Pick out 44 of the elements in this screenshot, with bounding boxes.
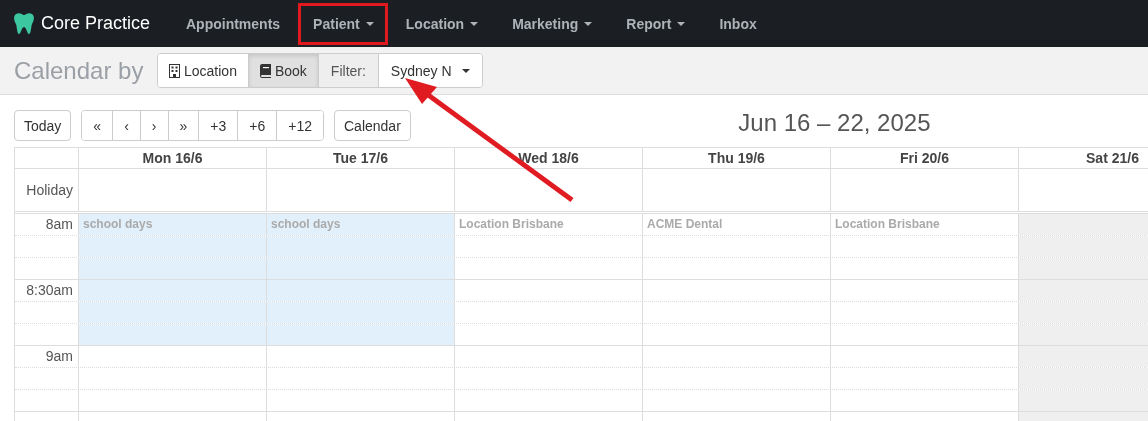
event-label: ACME Dental: [646, 217, 723, 231]
building-icon: [169, 63, 180, 78]
time-slot[interactable]: [79, 324, 267, 345]
time-slot[interactable]: [79, 236, 267, 257]
holiday-label: Holiday: [26, 182, 73, 198]
time-slot[interactable]: [267, 302, 455, 323]
filter-label: Filter:: [318, 54, 379, 87]
tooth-logo-icon: [13, 11, 35, 36]
nav-menu-item[interactable]: Marketing: [496, 2, 609, 45]
time-slot[interactable]: [267, 236, 455, 257]
time-label: 9am: [45, 348, 73, 364]
nav-menu-item[interactable]: Inbox: [703, 2, 773, 45]
filter-dropdown[interactable]: Sydney N: [378, 54, 482, 87]
nav-menu-item[interactable]: Patient: [298, 2, 388, 45]
nav-menu-item[interactable]: Location: [389, 2, 495, 45]
day-header: Wed 18/6: [455, 148, 643, 169]
book-icon: [259, 63, 271, 78]
nav-menu-item[interactable]: Appointments: [170, 2, 297, 45]
time-slot[interactable]: [267, 280, 455, 301]
today-button[interactable]: Today: [14, 110, 72, 141]
time-label: 8am: [45, 216, 73, 232]
nav-menu-item[interactable]: Report: [610, 2, 702, 45]
time-label: 8:30am: [26, 282, 73, 298]
event-label: school days: [270, 217, 341, 231]
time-slot[interactable]: [267, 324, 455, 345]
time-slot[interactable]: [79, 302, 267, 323]
day-header: Fri 20/6: [831, 148, 1019, 169]
day-header: Sat 21/6: [1019, 148, 1148, 169]
event-label: Location Brisbane: [834, 217, 940, 231]
time-slot[interactable]: [79, 258, 267, 279]
view-toggle-button[interactable]: Location: [158, 54, 249, 87]
time-slot[interactable]: [267, 258, 455, 279]
date-nav-button[interactable]: «: [82, 111, 114, 140]
event-label: Location Brisbane: [458, 217, 564, 231]
view-toggle-button[interactable]: Book: [248, 54, 319, 87]
day-header: Thu 19/6: [643, 148, 831, 169]
day-header: Tue 17/6: [267, 148, 455, 169]
event-label: school days: [82, 217, 153, 231]
page-title: Calendar by: [14, 56, 145, 85]
day-header: Mon 16/6: [79, 148, 267, 169]
date-range-title: Jun 16 – 22, 2025: [737, 108, 932, 137]
brand-name: Core Practice: [41, 13, 151, 34]
time-slot[interactable]: [79, 280, 267, 301]
calendar-button[interactable]: Calendar: [334, 110, 411, 141]
